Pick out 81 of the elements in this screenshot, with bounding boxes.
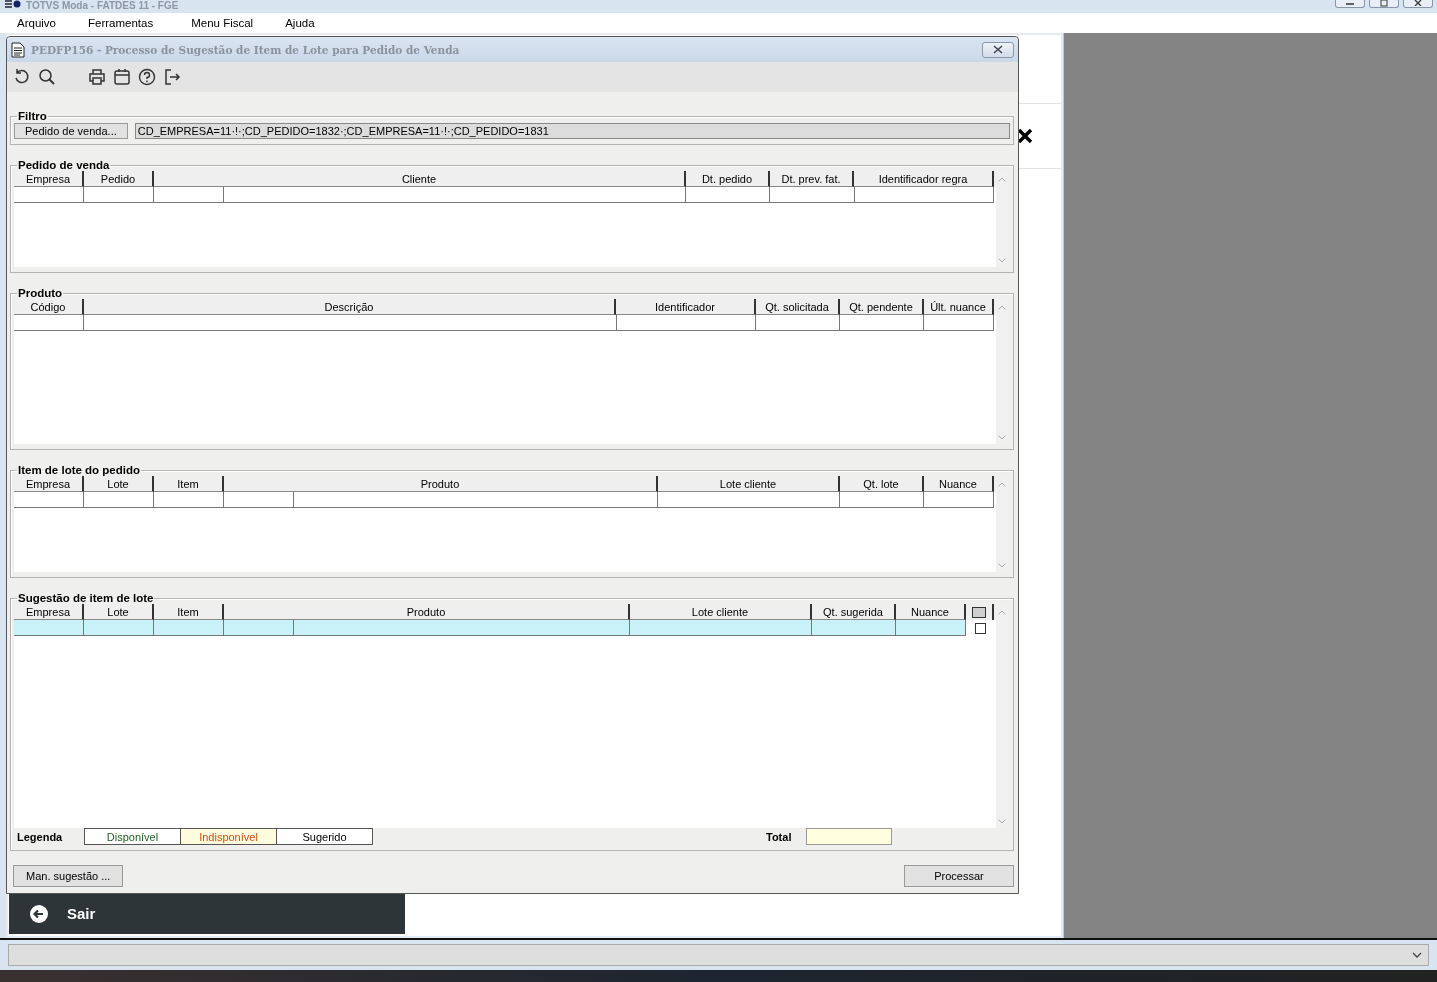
dialog-title: PEDFP156 - Processo de Sugestão de Item de Lote para Pedido de Venda: [31, 43, 460, 56]
table-cell: [14, 492, 84, 508]
group-title: Produto: [17, 287, 64, 299]
table-cell: [14, 315, 84, 331]
select-all-checkbox[interactable]: [972, 606, 986, 618]
legend-label: Legenda: [17, 830, 64, 843]
close-button[interactable]: [1403, 0, 1433, 8]
legend-item: Indisponível: [180, 828, 277, 845]
close-icon: [992, 45, 1004, 54]
chevron-down-icon: [1412, 952, 1422, 958]
app-icon: [4, 0, 22, 8]
exit-label[interactable]: Sair: [67, 904, 96, 922]
printer-icon: [88, 68, 106, 86]
maximize-icon: [1379, 0, 1389, 7]
action-button[interactable]: Man. sugestão ...: [13, 865, 124, 887]
order-picker-button[interactable]: Pedido de venda...: [14, 123, 128, 139]
legend-item: Disponível: [84, 828, 181, 845]
row-checkbox[interactable]: [974, 622, 986, 634]
close-icon: [1413, 0, 1423, 6]
document-icon: [11, 41, 25, 58]
minimize-button[interactable]: [1335, 0, 1365, 8]
column-header[interactable]: Últ. nuance: [924, 299, 994, 315]
column-header[interactable]: Dt. pedido: [686, 171, 770, 187]
table-cell: [14, 187, 84, 203]
column-header[interactable]: Produto: [224, 476, 658, 492]
table-cell: [924, 492, 994, 508]
group-title: Item de lote do pedido: [17, 464, 142, 476]
column-header[interactable]: Qt. pendente: [840, 299, 924, 315]
menu-item[interactable]: Ajuda: [285, 17, 315, 29]
menu-item[interactable]: Menu Fiscal: [191, 17, 254, 29]
column-header[interactable]: Empresa: [14, 476, 84, 492]
close-icon[interactable]: [1017, 128, 1033, 144]
table-cell: [84, 187, 154, 203]
column-header[interactable]: Empresa: [14, 171, 84, 187]
group-title: Sugestão de item de lote: [17, 592, 155, 604]
group-title: Filtro: [17, 110, 48, 122]
column-header[interactable]: Dt. prev. fat.: [770, 171, 854, 187]
total-field[interactable]: [806, 828, 892, 845]
table-cell: [224, 620, 294, 636]
table-cell: [154, 187, 224, 203]
group-title: Pedido de venda: [17, 159, 111, 171]
undo-icon: [13, 68, 31, 86]
table-cell: [924, 315, 994, 331]
table-cell: [84, 620, 154, 636]
total-label: Total: [766, 830, 793, 843]
close-button[interactable]: [982, 41, 1014, 58]
column-header[interactable]: Lote cliente: [658, 476, 840, 492]
table-cell: [84, 492, 154, 508]
column-header[interactable]: Item: [154, 476, 224, 492]
table-cell: [896, 620, 966, 636]
action-button[interactable]: Processar: [904, 865, 1014, 887]
calendar-icon: [113, 68, 131, 86]
search-icon: [38, 68, 56, 86]
menu-item[interactable]: Arquivo: [17, 17, 56, 29]
table-cell: [14, 620, 84, 636]
filter-field[interactable]: CD_EMPRESA=11·!·;CD_PEDIDO=1832·;CD_EMPRESA=11·!·;CD_PEDIDO=1831: [134, 123, 1010, 139]
table-row[interactable]: [14, 492, 996, 508]
calendar-button[interactable]: [111, 66, 133, 88]
column-header[interactable]: Pedido: [84, 171, 154, 187]
column-header[interactable]: Descrição: [84, 299, 616, 315]
column-header[interactable]: Identificador: [616, 299, 756, 315]
table-cell: [224, 492, 294, 508]
column-header[interactable]: Qt. lote: [840, 476, 924, 492]
table-row[interactable]: [14, 187, 996, 203]
column-header[interactable]: Identificador regra: [854, 171, 994, 187]
table-row[interactable]: [14, 315, 996, 331]
menu-item[interactable]: Ferramentas: [88, 17, 154, 29]
print-button[interactable]: [86, 66, 108, 88]
help-icon: [138, 68, 156, 86]
table-cell: [154, 620, 224, 636]
column-header[interactable]: Código: [14, 299, 84, 315]
legend-item: Sugerido: [276, 828, 373, 845]
column-header[interactable]: Nuance: [924, 476, 994, 492]
column-header[interactable]: Cliente: [154, 171, 686, 187]
minimize-icon: [1345, 0, 1355, 6]
column-header[interactable]: Lote: [84, 476, 154, 492]
column-header[interactable]: Qt. solicitada: [756, 299, 840, 315]
help-button[interactable]: [136, 66, 158, 88]
window-title: TOTVS Moda - FATDES 11 - FGE: [26, 0, 179, 12]
table-cell: [154, 492, 224, 508]
exit-icon: [163, 68, 181, 86]
